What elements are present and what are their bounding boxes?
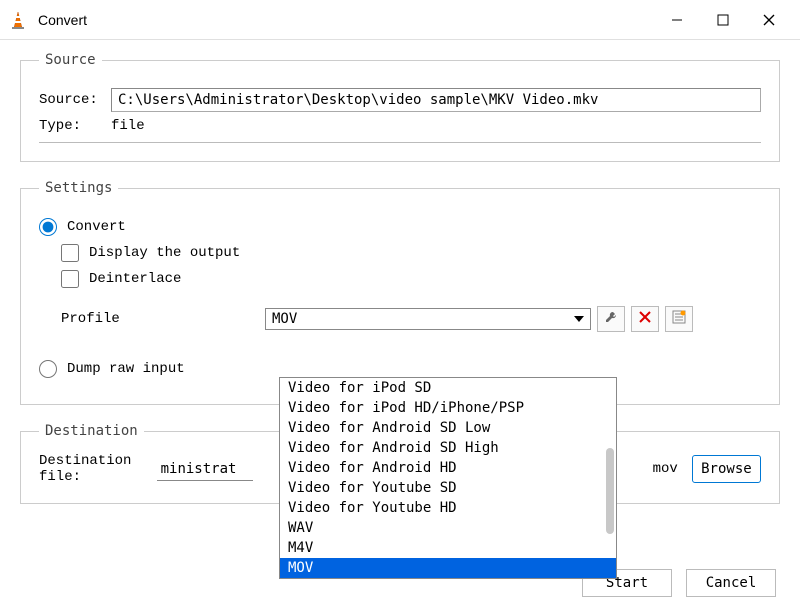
profile-value: MOV: [272, 311, 297, 327]
profile-option[interactable]: Video for Android HD: [280, 458, 616, 478]
profile-option[interactable]: Video for Android SD High: [280, 438, 616, 458]
convert-radio-label: Convert: [67, 219, 126, 235]
profile-option[interactable]: Video for iPod HD/iPhone/PSP: [280, 398, 616, 418]
deinterlace-label: Deinterlace: [89, 271, 181, 287]
vlc-icon: [8, 10, 28, 30]
profile-option[interactable]: MOV: [280, 558, 616, 578]
settings-legend: Settings: [39, 180, 118, 196]
close-button[interactable]: [746, 4, 792, 36]
profile-option[interactable]: Video for Android SD Low: [280, 418, 616, 438]
source-group: Source Source: Type: file: [20, 52, 780, 162]
convert-radio-input[interactable]: [39, 218, 57, 236]
cancel-button[interactable]: Cancel: [686, 569, 776, 597]
type-value: file: [111, 118, 145, 134]
new-profile-button[interactable]: [665, 306, 693, 332]
list-icon: [672, 310, 686, 329]
profile-option[interactable]: Video for iPod SD: [280, 378, 616, 398]
convert-radio[interactable]: Convert: [39, 218, 761, 236]
dump-raw-label: Dump raw input: [67, 361, 185, 377]
source-input[interactable]: [111, 88, 761, 112]
profile-option[interactable]: WAV: [280, 518, 616, 538]
display-output-label: Display the output: [89, 245, 240, 261]
type-label: Type:: [39, 118, 111, 134]
settings-group: Settings Convert Display the output Dein…: [20, 180, 780, 405]
deinterlace-input[interactable]: [61, 270, 79, 288]
titlebar: Convert: [0, 0, 800, 40]
delete-profile-button[interactable]: [631, 306, 659, 332]
source-divider: [39, 142, 761, 143]
profile-option[interactable]: M4V: [280, 538, 616, 558]
dump-raw-radio[interactable]: Dump raw input: [39, 360, 761, 378]
destination-file-ext: mov: [653, 461, 678, 477]
destination-file-label: Destination file:: [39, 453, 151, 485]
display-output-checkbox[interactable]: Display the output: [61, 244, 761, 262]
profile-select[interactable]: MOV: [265, 308, 591, 330]
destination-legend: Destination: [39, 423, 144, 439]
wrench-icon: [604, 310, 618, 329]
maximize-button[interactable]: [700, 4, 746, 36]
x-icon: [639, 311, 651, 328]
window-title: Convert: [38, 12, 654, 28]
profile-option[interactable]: Video for Youtube HD: [280, 498, 616, 518]
window-controls: [654, 4, 792, 36]
minimize-button[interactable]: [654, 4, 700, 36]
destination-file-input[interactable]: [157, 458, 253, 481]
deinterlace-checkbox[interactable]: Deinterlace: [61, 270, 761, 288]
dump-raw-input[interactable]: [39, 360, 57, 378]
display-output-input[interactable]: [61, 244, 79, 262]
profile-option[interactable]: Video for Youtube SD: [280, 478, 616, 498]
dropdown-scrollbar[interactable]: [606, 448, 614, 534]
source-legend: Source: [39, 52, 102, 68]
source-label: Source:: [39, 92, 111, 108]
profile-dropdown[interactable]: Video for iPod SDVideo for iPod HD/iPhon…: [279, 377, 617, 579]
edit-profile-button[interactable]: [597, 306, 625, 332]
profile-label: Profile: [61, 311, 265, 327]
browse-button[interactable]: Browse: [692, 455, 761, 483]
